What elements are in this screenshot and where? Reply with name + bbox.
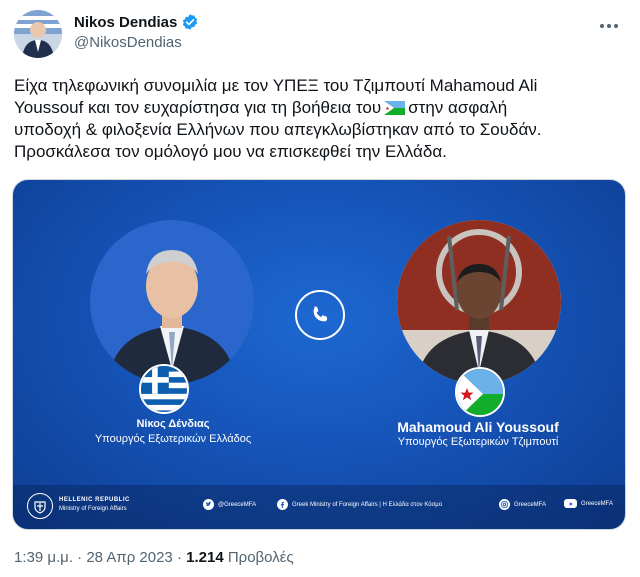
card-footer: HELLENIC REPUBLIC Ministry of Foreign Af… (13, 485, 625, 529)
left-person-name: Νίκος Δένδιας (136, 418, 210, 430)
right-person-title: Υπουργός Εξωτερικών Τζιμπουτί (397, 436, 559, 448)
tweet-text-segment: στην ασφαλή (408, 98, 508, 117)
meta-separator: · (176, 549, 182, 566)
meta-separator: · (77, 549, 83, 566)
tweet-text-line: Youssouf και τον ευχαρίστησα για τη βοήθ… (14, 97, 626, 119)
instagram-icon (499, 499, 510, 510)
tweet-image[interactable]: Νίκος Δένδιας Υπουργός Εξωτερικών Ελλάδο… (12, 179, 626, 530)
social-youtube: GreeceMFA (564, 499, 613, 508)
instagram-handle: GreeceMFA (514, 501, 547, 508)
facebook-page: Greek Ministry of Foreign Affairs | Η Ελ… (292, 501, 443, 508)
right-person-name: Mahamoud Ali Youssouf (397, 419, 559, 435)
views-label: Προβολές (227, 549, 294, 566)
greece-flag-icon (139, 364, 189, 414)
twitter-handle: @GreeceMFA (218, 501, 257, 508)
phone-call-icon (295, 290, 345, 340)
tweet-text-line: Είχα τηλεφωνική συνομιλία με τον ΥΠΕΞ το… (14, 76, 538, 95)
hellenic-republic-emblem-icon (27, 493, 53, 519)
social-twitter: @GreeceMFA (203, 499, 256, 510)
tweet-header: Nikos Dendias @NikosDendias (14, 10, 626, 66)
tweet-time[interactable]: 1:39 μ.μ. (14, 549, 73, 566)
tweet-text-segment: Youssouf και τον ευχαρίστησα για τη βοήθ… (14, 98, 382, 117)
tweet-date[interactable]: 28 Απρ 2023 (86, 549, 172, 566)
tweet-text: Είχα τηλεφωνική συνομιλία με τον ΥΠΕΞ το… (14, 75, 626, 163)
tweet-meta: 1:39 μ.μ. · 28 Απρ 2023 · 1.214 Προβολές (14, 549, 294, 566)
author-name[interactable]: Nikos Dendias (74, 14, 177, 31)
youtube-icon (564, 499, 577, 508)
left-person-title: Υπουργός Εξωτερικών Ελλάδος (94, 433, 252, 445)
twitter-icon (203, 499, 214, 510)
portrait-dendias (90, 220, 254, 384)
tweet-text-line: Προσκάλεσα τον ομόλογό μου να επισκεφθεί… (14, 142, 447, 161)
verified-badge-icon (181, 13, 199, 31)
ministry-label: HELLENIC REPUBLIC Ministry of Foreign Af… (59, 496, 130, 514)
ministry-line2: Ministry of Foreign Affairs (59, 506, 127, 512)
views-count: 1.214 (186, 549, 224, 566)
social-facebook: Greek Ministry of Foreign Affairs | Η Ελ… (277, 499, 442, 510)
ministry-line1: HELLENIC REPUBLIC (59, 497, 130, 503)
avatar[interactable] (14, 10, 62, 58)
author-handle[interactable]: @NikosDendias (74, 34, 199, 51)
youtube-handle: GreeceMFA (581, 500, 614, 507)
portrait-youssouf (397, 220, 561, 384)
djibouti-flag-icon (384, 99, 406, 115)
tweet-text-line: υποδοχή & φιλοξενία Ελλήνων που απεγκλωβ… (14, 120, 542, 139)
facebook-icon (277, 499, 288, 510)
djibouti-flag-badge-icon (455, 367, 505, 417)
more-options-icon[interactable] (594, 14, 624, 38)
social-instagram: GreeceMFA (499, 499, 546, 510)
